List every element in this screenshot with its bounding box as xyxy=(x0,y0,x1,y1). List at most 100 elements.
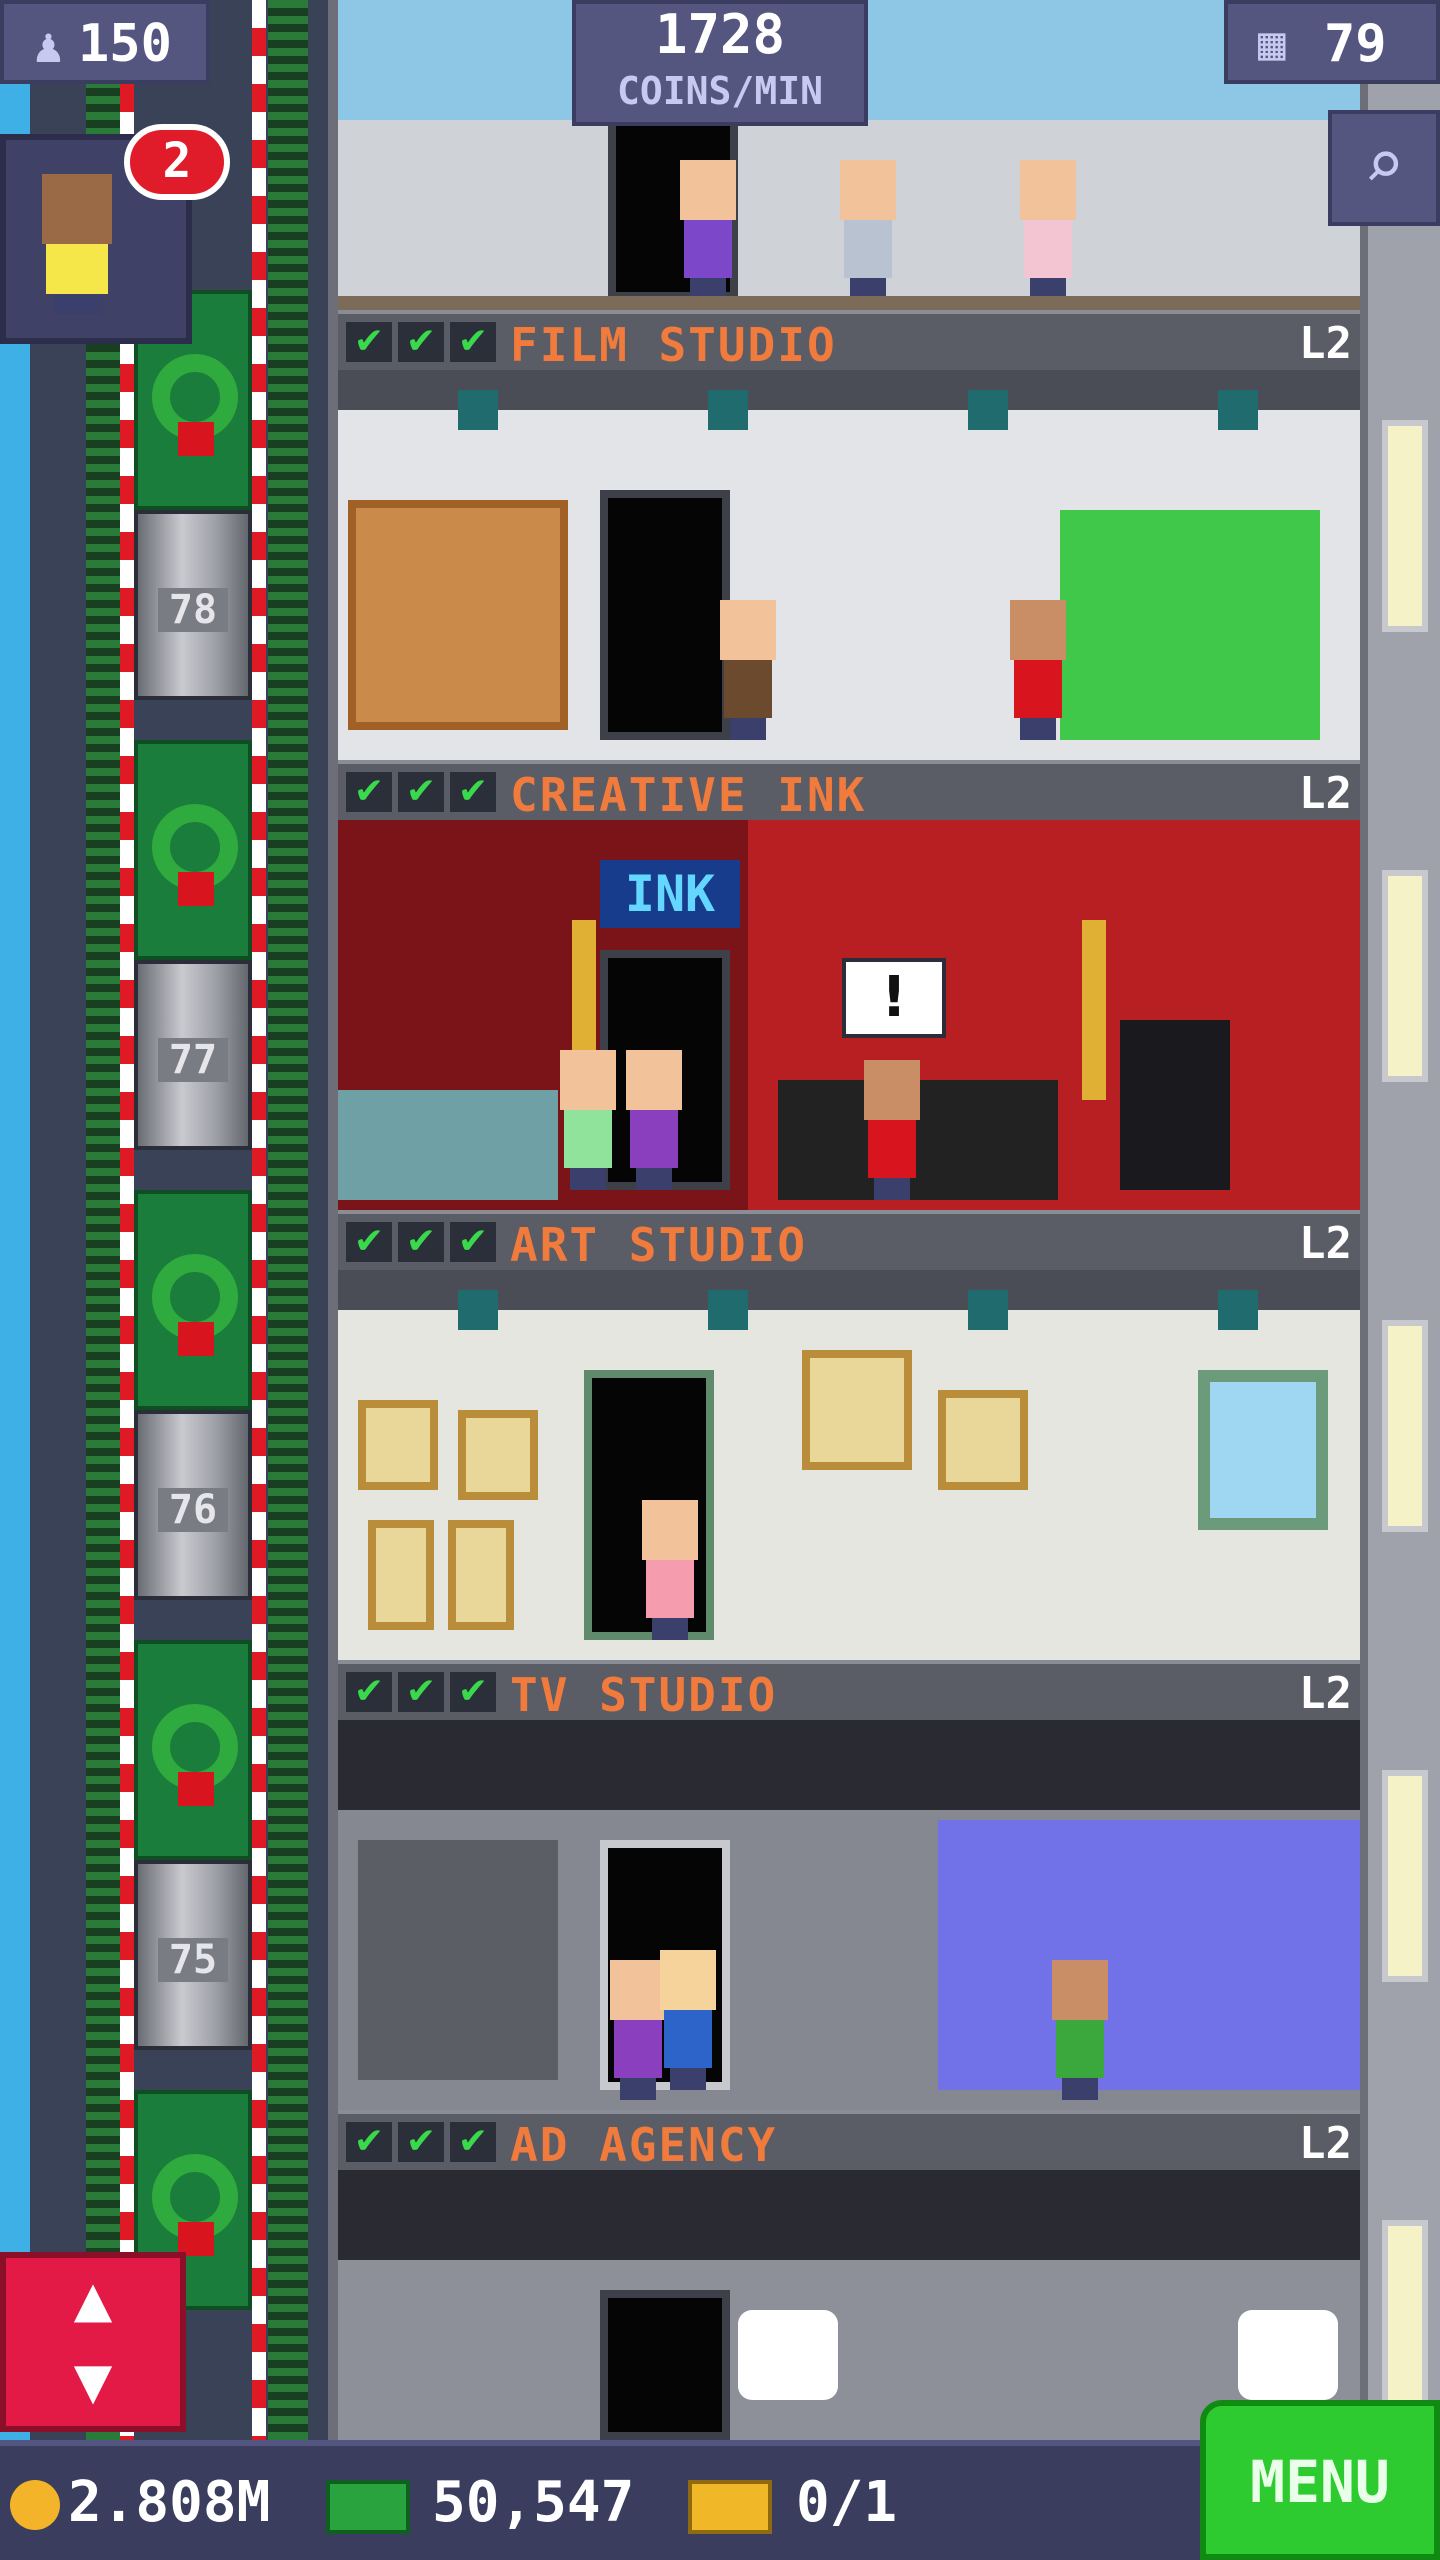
floor-name: CREATIVE INK xyxy=(510,768,867,822)
tenant-figure[interactable] xyxy=(1050,1960,1110,2100)
ceiling-light-icon xyxy=(1218,390,1258,430)
glass-counter xyxy=(338,1090,558,1200)
wreath-decoration-cell xyxy=(134,1640,252,1860)
coins-per-min-label: COINS/MIN xyxy=(617,69,823,113)
bux-value: 50,547 xyxy=(432,2470,635,2535)
floor-count-value: 79 xyxy=(1324,14,1387,74)
floor-level: L2 xyxy=(1299,1218,1352,1269)
check-icon: ✔ xyxy=(450,772,496,812)
floor-film-studio[interactable] xyxy=(338,370,1360,780)
elevator-floor-cell[interactable]: 77 xyxy=(134,960,252,1150)
ceiling-light-icon xyxy=(458,1290,498,1330)
office-chair xyxy=(1120,1020,1230,1190)
check-icon: ✔ xyxy=(398,322,444,362)
elevator-shaft-trim-left xyxy=(86,0,120,2440)
person-icon: ♟ xyxy=(34,18,63,74)
tenant-figure[interactable] xyxy=(624,1050,684,1190)
floor-ad-agency[interactable] xyxy=(338,2170,1360,2440)
floor-label-creative-ink[interactable]: ✔ ✔ ✔ CREATIVE INK L2 xyxy=(338,760,1360,822)
floor-level: L2 xyxy=(1299,318,1352,369)
ceiling-light-icon xyxy=(458,390,498,430)
floor-level: L2 xyxy=(1299,2118,1352,2169)
tv-studio-blue-backdrop xyxy=(938,1820,1360,2090)
check-icon: ✔ xyxy=(346,1222,392,1262)
framed-picture xyxy=(448,1520,514,1630)
ceiling-light-icon xyxy=(708,390,748,430)
floor-label-ad-agency[interactable]: ✔ ✔ ✔ AD AGENCY L2 xyxy=(338,2110,1360,2172)
control-panel xyxy=(358,1840,558,2080)
up-down-arrows-icon: ▲ ▼ xyxy=(73,2262,113,2418)
tenant-figure[interactable] xyxy=(678,160,738,300)
check-icon: ✔ xyxy=(450,322,496,362)
elevator-floor-cell[interactable]: 78 xyxy=(134,510,252,700)
elevator-floor-number: 77 xyxy=(158,1038,228,1082)
tenant-figure[interactable] xyxy=(640,1500,700,1640)
elevator-floor-cell[interactable]: 75 xyxy=(134,1860,252,2050)
floor-counter[interactable]: ▦ 79 xyxy=(1224,0,1440,84)
floor-name: AD AGENCY xyxy=(510,2118,778,2172)
ink-neon-sign: INK xyxy=(600,860,740,928)
coins-per-min-value: 1728 xyxy=(654,3,786,66)
check-icon: ✔ xyxy=(346,772,392,812)
tenant-figure[interactable] xyxy=(838,160,898,300)
tenant-figure[interactable] xyxy=(718,600,778,740)
ad-agency-ceiling xyxy=(338,2170,1360,2260)
tower-right-column xyxy=(1368,0,1440,2440)
candy-cane-rail-right xyxy=(252,0,266,2440)
framed-picture xyxy=(358,1400,438,1490)
tower-bux-icon xyxy=(326,2480,410,2534)
floor-label-film-studio[interactable]: ✔ ✔ ✔ FILM STUDIO L2 xyxy=(338,310,1360,372)
ceiling-light-icon xyxy=(968,390,1008,430)
framed-picture xyxy=(368,1520,434,1630)
tower-window xyxy=(1382,1770,1428,1982)
population-value: 150 xyxy=(78,14,172,74)
ceiling-light-icon xyxy=(708,1290,748,1330)
tenant-figure[interactable] xyxy=(862,1060,922,1200)
coin-icon xyxy=(10,2480,60,2530)
menu-button[interactable]: MENU xyxy=(1200,2400,1440,2560)
ceiling-lights xyxy=(338,1270,1360,1330)
tower-window xyxy=(1382,1320,1428,1532)
framed-picture xyxy=(458,1410,538,1500)
green-screen xyxy=(1060,510,1320,740)
building-icon: ▦ xyxy=(1258,16,1286,70)
check-icon: ✔ xyxy=(346,1672,392,1712)
elevator-shaft-trim-right xyxy=(268,0,308,2440)
candy-cane-rail-left xyxy=(120,0,134,2440)
population-counter[interactable]: ♟ 150 xyxy=(0,0,210,84)
ad-agency-door xyxy=(600,2290,730,2440)
tenant-figure[interactable] xyxy=(1008,600,1068,740)
floor-label-tv-studio[interactable]: ✔ ✔ ✔ TV STUDIO L2 xyxy=(338,1660,1360,1722)
elevator-button[interactable]: ▲ ▼ xyxy=(0,2252,186,2432)
magnifier-icon: ⌕ xyxy=(1363,126,1405,205)
tower-window xyxy=(1382,420,1428,632)
tower-outer-wall xyxy=(0,0,30,2440)
framed-picture xyxy=(938,1390,1028,1490)
tenant-figure[interactable] xyxy=(1018,160,1078,300)
visitor-count-badge: 2 xyxy=(124,124,230,200)
elevator-floor-cell[interactable]: 76 xyxy=(134,1410,252,1600)
elevator-floor-number: 78 xyxy=(158,588,228,632)
check-icon: ✔ xyxy=(346,2122,392,2162)
floor-level: L2 xyxy=(1299,1668,1352,1719)
framed-picture xyxy=(802,1350,912,1470)
tenant-figure[interactable] xyxy=(558,1050,618,1190)
elevator-floor-number: 76 xyxy=(158,1488,228,1532)
floor-trim xyxy=(338,296,1360,310)
check-icon: ✔ xyxy=(346,322,392,362)
coins-per-min-panel: 1728 COINS/MIN xyxy=(572,0,868,126)
wreath-decoration-cell xyxy=(134,1190,252,1410)
wood-panel xyxy=(348,500,568,730)
speech-bubble-exclamation[interactable]: ! xyxy=(842,958,946,1038)
bow-icon xyxy=(178,1322,214,1356)
floor-art-studio[interactable] xyxy=(338,1270,1360,1680)
floor-label-art-studio[interactable]: ✔ ✔ ✔ ART STUDIO L2 xyxy=(338,1210,1360,1272)
film-studio-door xyxy=(600,490,730,740)
thought-bubble-icon[interactable] xyxy=(738,2310,838,2400)
search-button[interactable]: ⌕ xyxy=(1328,110,1440,226)
floor-tv-studio[interactable] xyxy=(338,1720,1360,2130)
floor-name: FILM STUDIO xyxy=(510,318,837,372)
tower-window xyxy=(1382,870,1428,1082)
tenant-figure[interactable] xyxy=(658,1950,718,2090)
thought-bubble-icon[interactable] xyxy=(1238,2310,1338,2400)
